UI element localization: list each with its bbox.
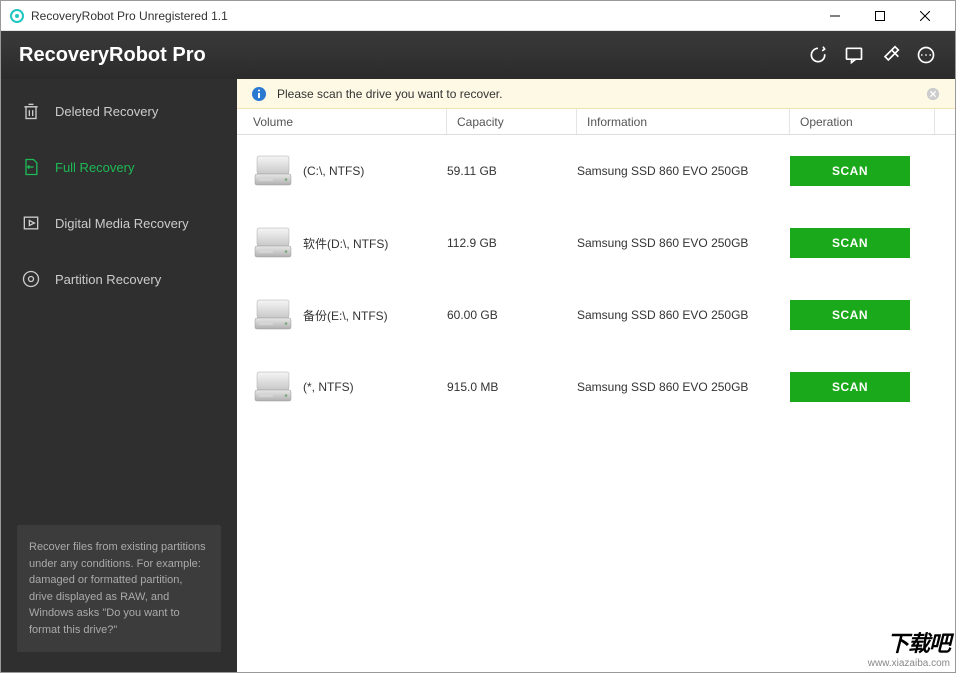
sidebar-item-full-recovery[interactable]: Full Recovery: [1, 139, 237, 195]
more-icon[interactable]: [915, 44, 937, 66]
play-box-icon: [21, 213, 41, 233]
drive-icon: [253, 370, 293, 404]
capacity-value: 60.00 GB: [447, 308, 577, 322]
table-header: Volume Capacity Information Operation: [237, 109, 955, 135]
info-value: Samsung SSD 860 EVO 250GB: [577, 236, 790, 250]
capacity-value: 915.0 MB: [447, 380, 577, 394]
info-value: Samsung SSD 860 EVO 250GB: [577, 164, 790, 178]
scan-button[interactable]: SCAN: [790, 156, 910, 186]
close-notice-button[interactable]: [925, 86, 941, 102]
minimize-button[interactable]: [812, 1, 857, 31]
volume-name: 备份(E:\, NTFS): [303, 307, 388, 324]
sidebar-item-label: Deleted Recovery: [55, 104, 158, 119]
main-panel: Please scan the drive you want to recove…: [237, 79, 955, 672]
trash-icon: [21, 101, 41, 121]
disc-icon: [21, 269, 41, 289]
info-value: Samsung SSD 860 EVO 250GB: [577, 380, 790, 394]
window-title: RecoveryRobot Pro Unregistered 1.1: [31, 9, 812, 23]
drive-icon: [253, 226, 293, 260]
sidebar-item-label: Digital Media Recovery: [55, 216, 189, 231]
sidebar-item-partition-recovery[interactable]: Partition Recovery: [1, 251, 237, 307]
table-row[interactable]: (*, NTFS) 915.0 MBSamsung SSD 860 EVO 250…: [237, 351, 955, 423]
column-volume[interactable]: Volume: [237, 109, 447, 134]
feedback-icon[interactable]: [843, 44, 865, 66]
tool-icon[interactable]: [879, 44, 901, 66]
column-operation[interactable]: Operation: [790, 109, 935, 134]
info-value: Samsung SSD 860 EVO 250GB: [577, 308, 790, 322]
app-icon: [9, 8, 25, 24]
table-row[interactable]: (C:\, NTFS) 59.11 GBSamsung SSD 860 EVO 2…: [237, 135, 955, 207]
volume-name: (*, NTFS): [303, 380, 354, 394]
drive-icon: [253, 154, 293, 188]
volume-name: 软件(D:\, NTFS): [303, 235, 388, 252]
document-arrow-icon: [21, 157, 41, 177]
table-body: (C:\, NTFS)59.11 GBSamsung SSD 860 EVO 2…: [237, 135, 955, 423]
info-icon: [251, 86, 267, 102]
capacity-value: 112.9 GB: [447, 236, 577, 250]
refresh-icon[interactable]: [807, 44, 829, 66]
app-title: RecoveryRobot Pro: [19, 44, 807, 67]
sidebar-description: Recover files from existing partitions u…: [17, 525, 221, 652]
column-information[interactable]: Information: [577, 109, 790, 134]
sidebar-item-label: Partition Recovery: [55, 272, 161, 287]
close-button[interactable]: [902, 1, 947, 31]
scan-button[interactable]: SCAN: [790, 228, 910, 258]
notice-text: Please scan the drive you want to recove…: [277, 87, 502, 101]
maximize-button[interactable]: [857, 1, 902, 31]
drive-icon: [253, 298, 293, 332]
scan-button[interactable]: SCAN: [790, 372, 910, 402]
table-row[interactable]: 备份(E:\, NTFS) 60.00 GBSamsung SSD 860 EVO…: [237, 279, 955, 351]
table-row[interactable]: 软件(D:\, NTFS) 112.9 GBSamsung SSD 860 EVO…: [237, 207, 955, 279]
sidebar: Deleted Recovery Full Recovery Digital M…: [1, 79, 237, 672]
scan-button[interactable]: SCAN: [790, 300, 910, 330]
volume-name: (C:\, NTFS): [303, 164, 364, 178]
titlebar: RecoveryRobot Pro Unregistered 1.1: [1, 1, 955, 31]
sidebar-item-label: Full Recovery: [55, 160, 134, 175]
app-header: RecoveryRobot Pro: [1, 31, 955, 79]
notice-bar: Please scan the drive you want to recove…: [237, 79, 955, 109]
sidebar-item-deleted-recovery[interactable]: Deleted Recovery: [1, 83, 237, 139]
column-capacity[interactable]: Capacity: [447, 109, 577, 134]
sidebar-item-digital-media-recovery[interactable]: Digital Media Recovery: [1, 195, 237, 251]
capacity-value: 59.11 GB: [447, 164, 577, 178]
